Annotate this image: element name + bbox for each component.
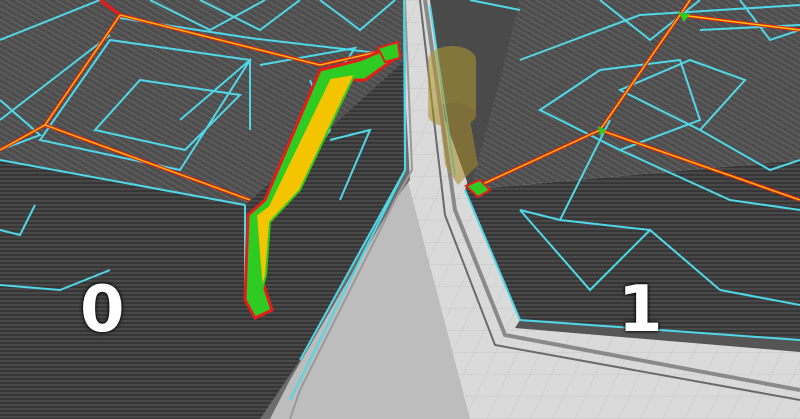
left-print-model	[0, 0, 470, 419]
panel-label-right: 1	[618, 273, 663, 347]
panel-label-left: 0	[80, 273, 125, 347]
scene-canvas[interactable]	[0, 0, 800, 419]
slicer-preview-viewport[interactable]: 0 1	[0, 0, 800, 419]
